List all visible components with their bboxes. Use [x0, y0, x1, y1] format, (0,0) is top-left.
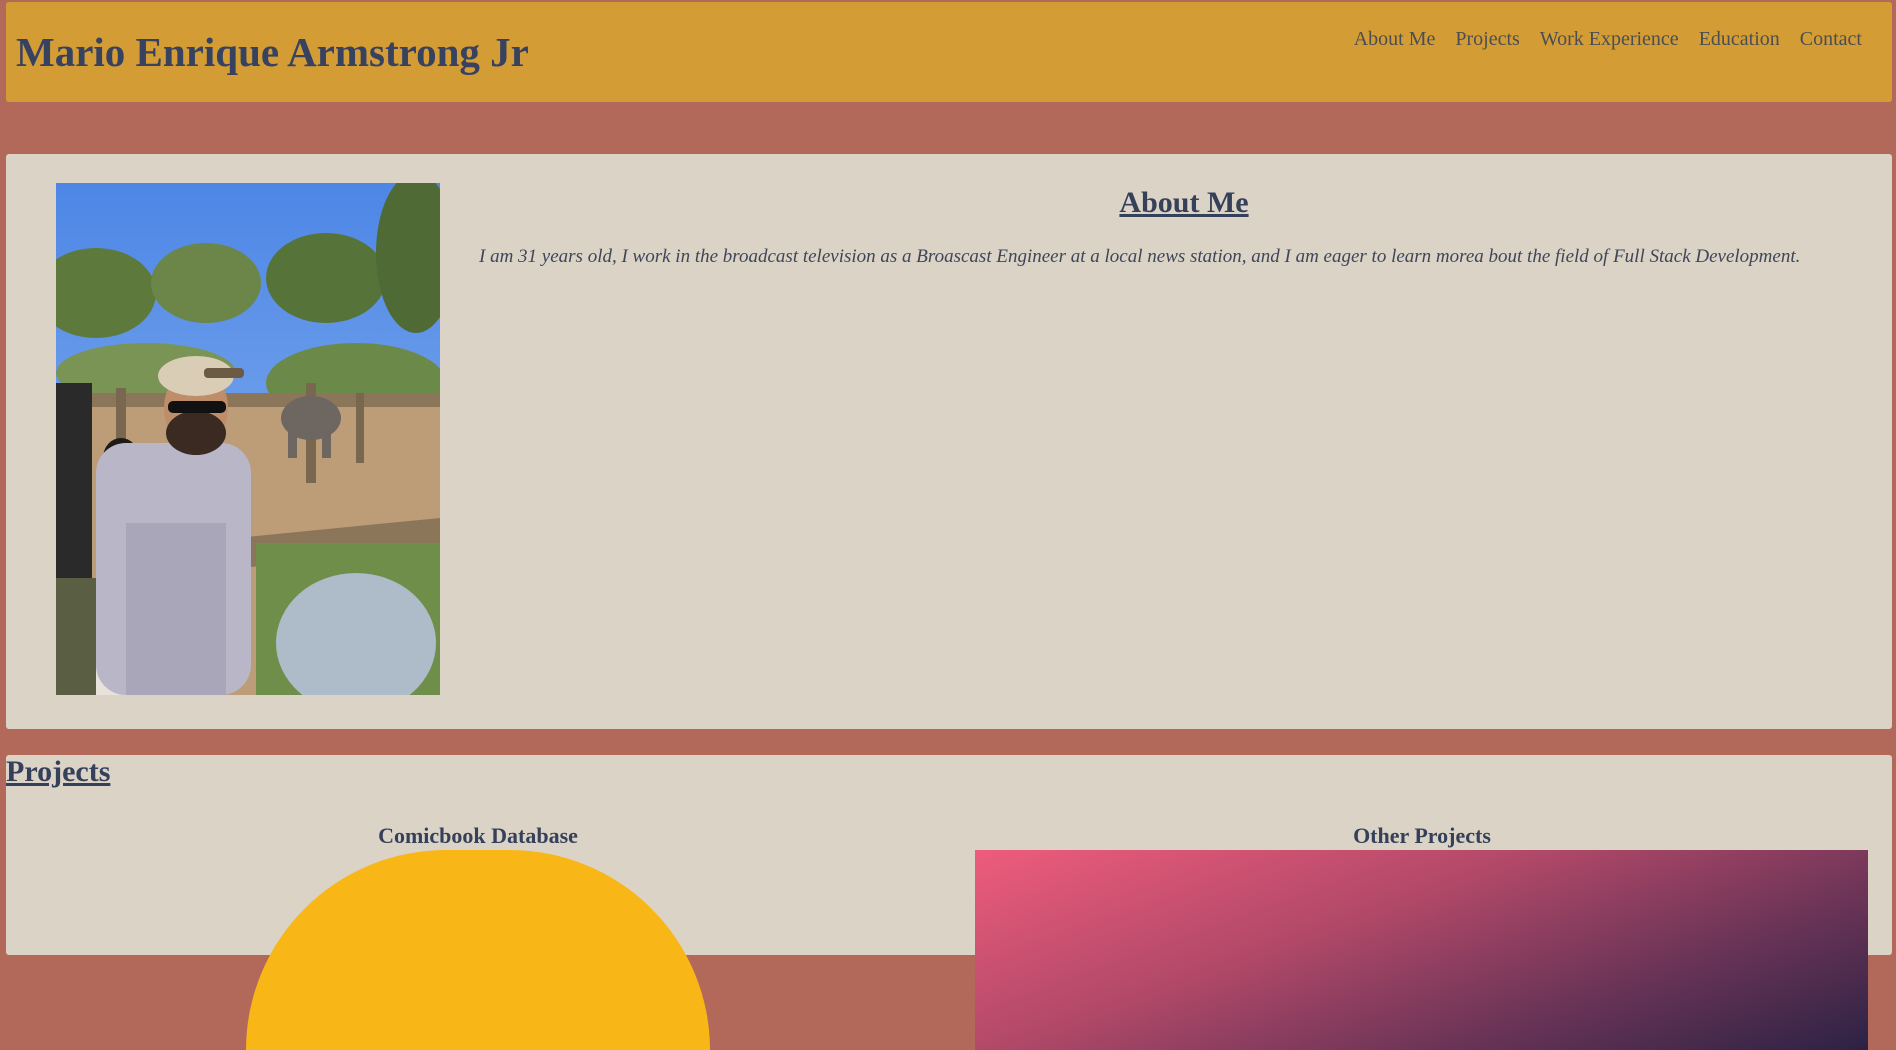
other-projects-thumbnail[interactable] — [975, 850, 1868, 1050]
main-nav: About Me Projects Work Experience Educat… — [1354, 28, 1862, 51]
nav-link-about-me[interactable]: About Me — [1354, 28, 1436, 51]
nav-link-contact[interactable]: Contact — [1800, 28, 1862, 51]
project-title-comicbook-database: Comicbook Database — [378, 823, 578, 848]
comicbook-database-thumbnail[interactable] — [246, 850, 710, 1050]
projects-heading: Projects — [6, 755, 111, 788]
about-heading: About Me — [1119, 186, 1249, 219]
project-title-other-projects: Other Projects — [1353, 823, 1491, 848]
nav-link-work-experience[interactable]: Work Experience — [1540, 28, 1679, 51]
nav-link-education[interactable]: Education — [1699, 28, 1780, 51]
site-title: Mario Enrique Armstrong Jr — [16, 29, 529, 75]
site-header: Mario Enrique Armstrong Jr About Me Proj… — [6, 2, 1892, 102]
projects-section: Projects Comicbook Database Other Projec… — [6, 755, 1892, 1050]
about-text: I am 31 years old, I work in the broadca… — [479, 246, 1801, 267]
profile-photo — [56, 183, 440, 695]
nav-link-projects[interactable]: Projects — [1455, 28, 1519, 51]
about-section: About Me I am 31 years old, I work in th… — [6, 154, 1892, 729]
